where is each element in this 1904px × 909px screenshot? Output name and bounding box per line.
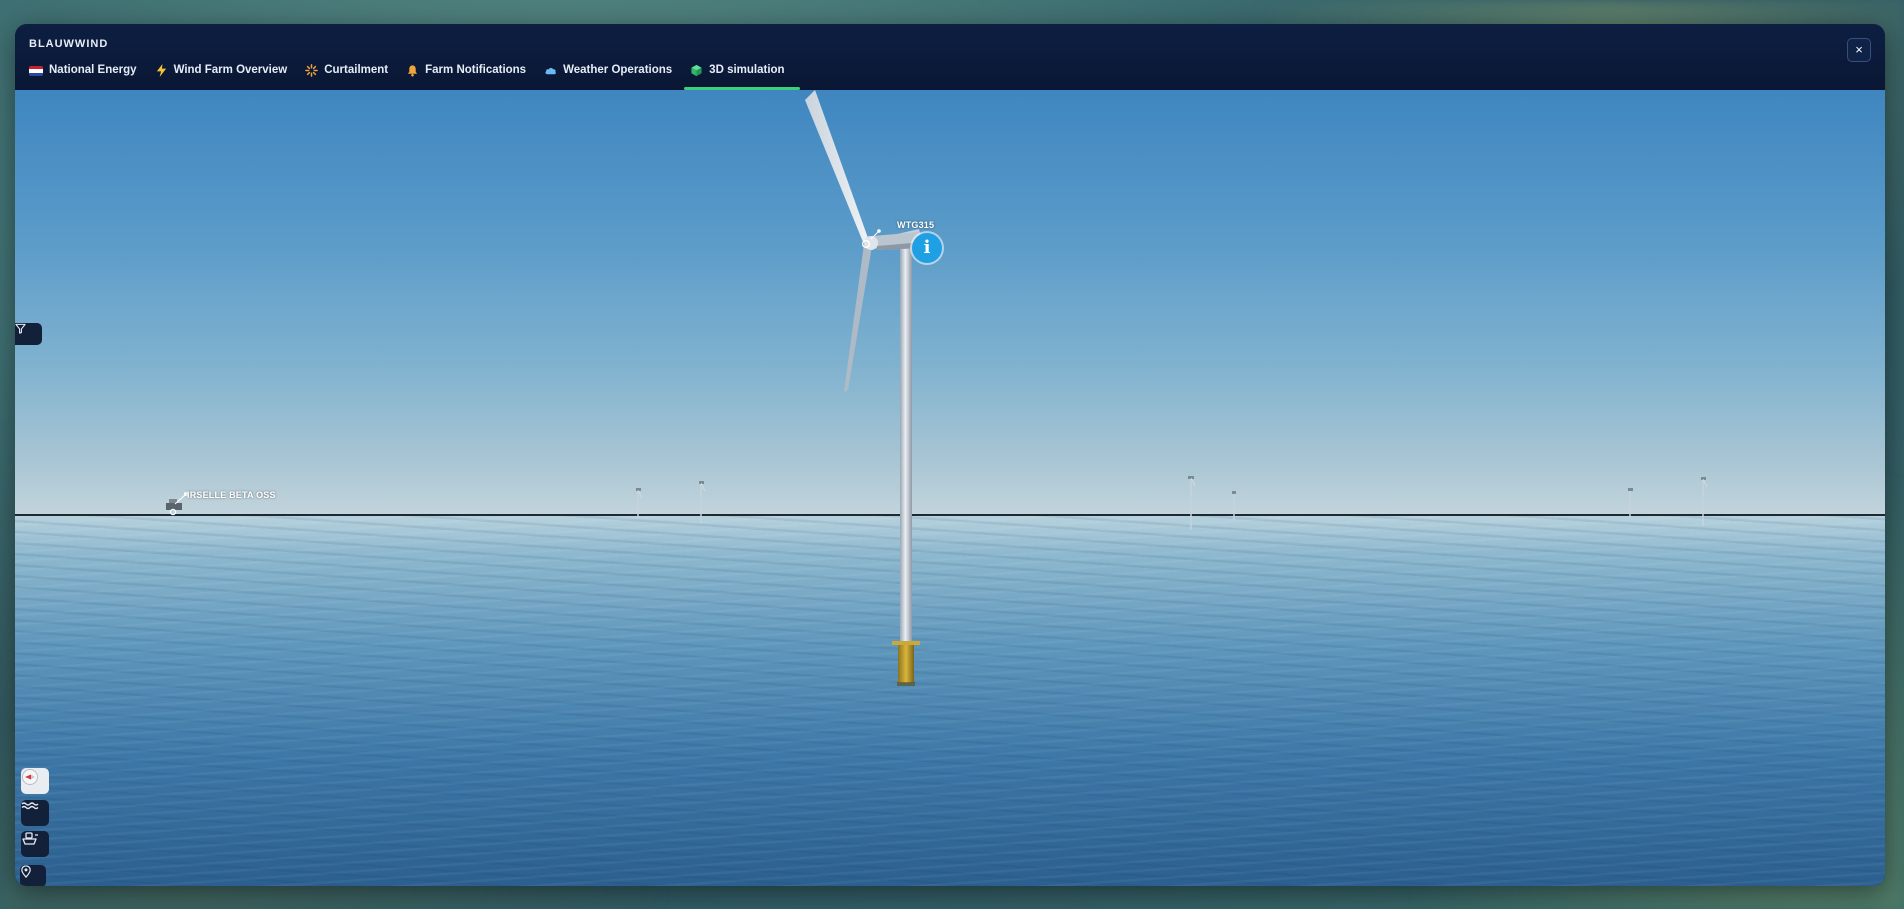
waves-icon <box>21 802 39 810</box>
tab-national-energy[interactable]: National Energy <box>29 64 146 90</box>
header: BLAUWWIND × National Energy Wind Farm Ov… <box>15 24 1885 91</box>
lightning-icon <box>156 64 166 77</box>
tab-label: Curtailment <box>324 64 389 76</box>
filter-button[interactable] <box>15 323 42 345</box>
compass-icon <box>22 769 38 785</box>
tab-curtailment[interactable]: Curtailment <box>305 64 397 90</box>
location-button[interactable] <box>20 865 46 886</box>
substation-platform <box>166 492 188 516</box>
tab-label: 3D simulation <box>709 64 785 76</box>
main-turbine-foundation <box>898 645 914 683</box>
filter-icon <box>15 323 26 334</box>
waves-button[interactable] <box>21 800 49 826</box>
compass-button[interactable] <box>21 768 49 794</box>
cloud-icon <box>545 67 556 75</box>
netherlands-flag-icon <box>29 66 43 76</box>
cube-icon <box>691 64 702 77</box>
close-button[interactable]: × <box>1847 38 1871 62</box>
tab-label: Weather Operations <box>563 64 673 76</box>
tab-weather-operations[interactable]: Weather Operations <box>544 64 681 90</box>
tab-label: Wind Farm Overview <box>173 64 288 76</box>
turbine-label[interactable]: WTG315 <box>897 220 934 230</box>
location-pin-icon <box>21 865 31 878</box>
bell-icon <box>407 65 418 77</box>
info-button[interactable]: i <box>912 233 942 263</box>
app-title: BLAUWWIND <box>29 38 109 50</box>
tab-label: Farm Notifications <box>425 64 527 76</box>
sun-burst-icon <box>305 64 319 77</box>
distant-turbine <box>637 479 1704 530</box>
tab-farm-notifications[interactable]: Farm Notifications <box>406 64 535 90</box>
tab-wind-farm-overview[interactable]: Wind Farm Overview <box>155 64 297 90</box>
3d-scene-viewport[interactable]: WTG315 IRSELLE BETA OSS i <box>15 90 1885 886</box>
wind-farm-graphics <box>166 90 1708 686</box>
main-turbine-tower <box>900 246 912 646</box>
tab-label: National Energy <box>49 64 137 76</box>
app-window: BLAUWWIND × National Energy Wind Farm Ov… <box>15 24 1885 886</box>
boat-button[interactable] <box>21 831 49 857</box>
substation-label[interactable]: IRSELLE BETA OSS <box>187 490 276 500</box>
tab-bar: National Energy Wind Farm Overview Curta… <box>29 64 803 90</box>
boat-icon <box>22 832 38 845</box>
tab-3d-simulation[interactable]: 3D simulation <box>684 64 801 90</box>
